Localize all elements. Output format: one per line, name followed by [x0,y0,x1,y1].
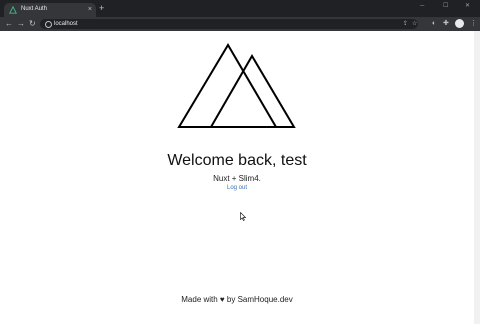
nuxt-logo-icon [177,43,296,128]
nuxt-favicon-icon [9,6,17,14]
subtitle-text: Nuxt + Slim4. [213,174,261,183]
logout-link[interactable]: Log out [227,185,247,191]
url-text[interactable]: localhost [54,20,78,28]
footer-text: Made with ♥ by SamHoque.dev [181,295,293,304]
new-tab-button[interactable]: + [99,4,104,13]
welcome-heading: Welcome back, test [167,152,307,169]
extension-icon[interactable]: ◐ [432,19,436,29]
maximize-button[interactable]: ☐ [443,2,448,10]
tab-strip: Nuxt Auth × + ─ ☐ ✕ [0,0,480,17]
address-bar[interactable]: localhost ⇪ ☆ [40,19,418,29]
scrollbar[interactable] [474,31,480,324]
menu-kebab-icon[interactable]: ⋮ [470,19,477,29]
reload-button[interactable]: ↻ [29,19,36,29]
tab-nuxt-auth[interactable]: Nuxt Auth × [4,3,96,17]
forward-button[interactable]: → [17,19,25,29]
bookmark-star-icon[interactable]: ☆ [412,20,417,28]
mouse-cursor-icon [240,212,246,221]
tab-title: Nuxt Auth [21,6,48,12]
logout-row: Log out [0,184,474,193]
back-button[interactable]: ← [5,19,13,29]
share-icon[interactable]: ⇪ [403,20,408,28]
puzzle-icon[interactable]: ✚ [443,19,449,29]
close-window-button[interactable]: ✕ [465,2,470,10]
minimize-button[interactable]: ─ [420,2,424,10]
profile-avatar[interactable] [455,19,464,28]
tab-close-icon[interactable]: × [88,5,92,14]
browser-toolbar: ← → ↻ localhost ⇪ ☆ ◐ ✚ ⋮ [0,17,480,31]
site-info-icon[interactable] [45,21,52,28]
page-viewport: Welcome back, test Nuxt + Slim4. Log out… [0,31,480,324]
